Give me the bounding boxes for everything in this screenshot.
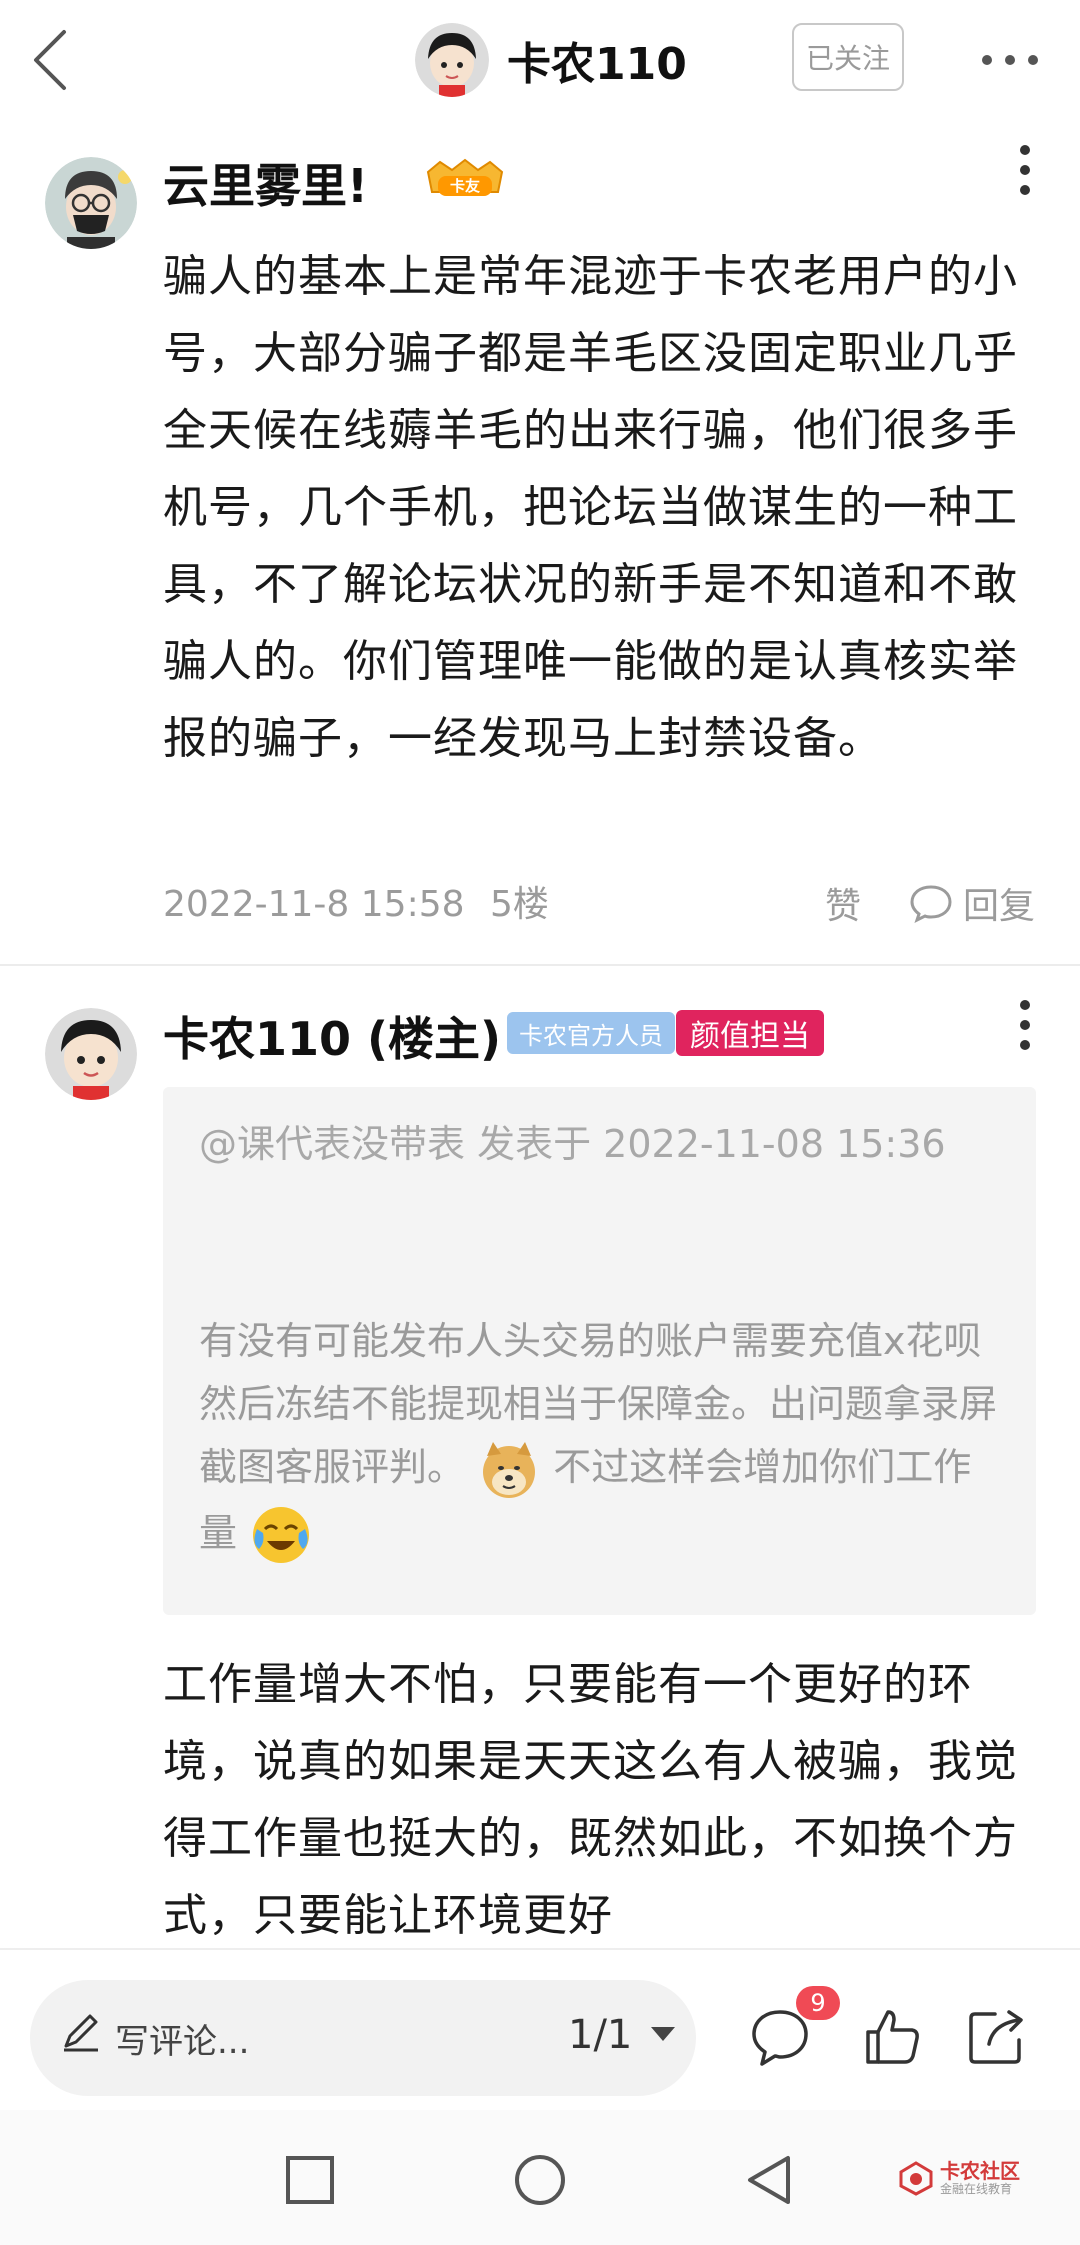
title-badge: 颜值担当 [676, 1010, 824, 1056]
svg-text:卡友: 卡友 [450, 177, 480, 195]
bottom-action-bar: 写评论... 1/1 [0, 1948, 1080, 2096]
post-body: 骗人的基本上是常年混迹于卡农老用户的小号，大部分骗子都是羊毛区没固定职业几乎全天… [163, 251, 1018, 764]
caret-down-icon[interactable] [648, 2024, 678, 2044]
comment-placeholder: 写评论... [115, 2022, 250, 2062]
watermark-subtitle: 金融在线教育 [940, 2182, 1013, 2196]
header-user[interactable]: 卡农110 [415, 20, 687, 100]
floor-number: 5楼 [489, 884, 549, 925]
post-meta: 2022-11-8 15:58 5楼 [163, 875, 549, 927]
crying-laughing-emoji-icon [253, 1507, 310, 1563]
doge-emoji-icon [483, 1441, 536, 1498]
more-options-icon[interactable] [1005, 140, 1045, 200]
more-options-icon[interactable] [1005, 995, 1045, 1055]
timestamp: 2022-11-8 15:58 [163, 884, 465, 925]
share-icon[interactable] [965, 2004, 1029, 2068]
back-triangle-icon[interactable] [742, 2152, 798, 2208]
quoted-post[interactable]: @课代表没带表 发表于 2022-11-08 15:36 有没有可能发布人头交易… [163, 1087, 1036, 1615]
reply-bubble-icon[interactable] [909, 883, 953, 923]
divider [0, 964, 1080, 966]
post-actions: 赞 回复 [825, 877, 1035, 929]
recent-apps-icon[interactable] [282, 2152, 338, 2208]
like-button[interactable]: 赞 [825, 877, 861, 929]
back-arrow-icon[interactable] [22, 24, 92, 94]
thumbs-up-icon[interactable] [860, 2004, 924, 2068]
avatar[interactable] [45, 157, 137, 249]
username[interactable]: 卡农110 (楼主) [163, 1003, 501, 1069]
comment-input[interactable]: 写评论... 1/1 [30, 1980, 696, 2096]
quote-header: @课代表没带表 发表于 2022-11-08 15:36 [199, 1122, 946, 1166]
username[interactable]: 云里雾里! [163, 150, 368, 216]
kayou-badge-icon: 卡友 [426, 158, 504, 196]
system-nav-bar: 卡农社区 金融在线教育 [0, 2110, 1080, 2245]
top-bar: 卡农110 已关注 [0, 0, 1080, 120]
quote-body: 有没有可能发布人头交易的账户需要充值x花呗然后冻结不能提现相当于保障金。出问题拿… [199, 1310, 1009, 1567]
home-icon[interactable] [512, 2152, 568, 2208]
official-badge: 卡农官方人员 [507, 1012, 675, 1054]
follow-button[interactable]: 已关注 [792, 23, 904, 91]
watermark: 卡农社区 金融在线教育 [898, 2158, 1020, 2198]
avatar[interactable] [45, 1008, 137, 1100]
page-title: 卡农110 [507, 39, 687, 90]
more-options-icon[interactable] [975, 40, 1045, 80]
reply-button[interactable]: 回复 [963, 877, 1035, 929]
pencil-icon [64, 2014, 98, 2052]
page-indicator[interactable]: 1/1 [568, 2012, 632, 2058]
avatar[interactable] [415, 23, 489, 97]
comment-count-badge: 9 [796, 1986, 840, 2020]
watermark-title: 卡农社区 [940, 2159, 1020, 2183]
kanong-logo-icon [899, 2161, 933, 2196]
post-body: 工作量增大不怕，只要能有一个更好的环境，说真的如果是天天这么有人被骗，我觉得工作… [163, 1659, 1018, 1941]
